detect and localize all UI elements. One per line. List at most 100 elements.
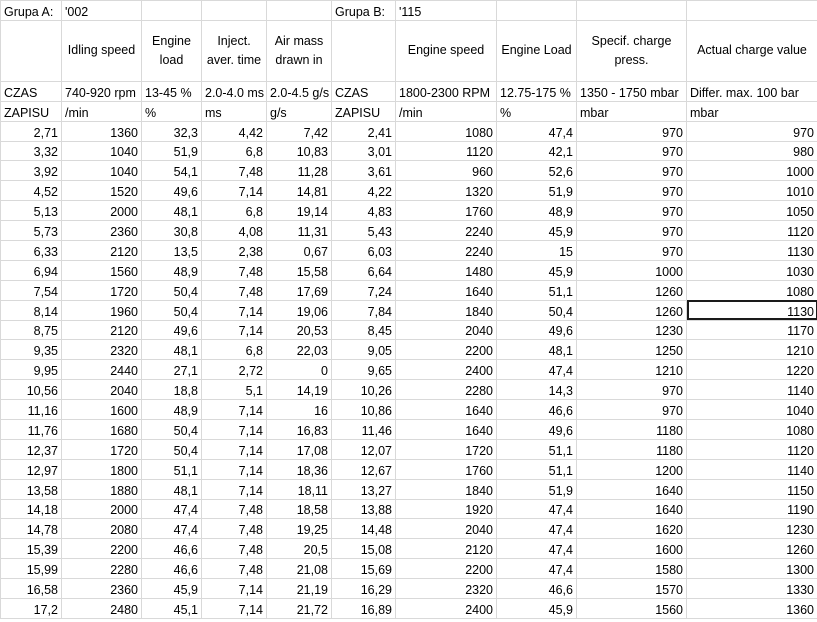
data-cell[interactable]: 1600	[576, 538, 687, 560]
data-cell[interactable]: 48,1	[496, 339, 577, 361]
data-cell[interactable]: 48,1	[141, 478, 202, 500]
data-cell[interactable]: 1080	[686, 279, 817, 301]
empty-cell[interactable]	[266, 0, 332, 21]
data-cell[interactable]: 10,56	[0, 379, 62, 401]
data-cell[interactable]: 8,75	[0, 319, 62, 341]
data-cell[interactable]: 45,9	[141, 578, 202, 600]
data-cell[interactable]: 45,9	[496, 598, 577, 619]
data-cell[interactable]: 14,81	[266, 180, 332, 202]
data-cell[interactable]: 0,67	[266, 240, 332, 261]
header-cell[interactable]	[0, 19, 62, 82]
data-cell[interactable]: 1720	[61, 438, 142, 460]
data-cell[interactable]: 7,54	[0, 279, 62, 301]
data-cell[interactable]: 21,19	[266, 578, 332, 600]
data-cell[interactable]: 1180	[576, 438, 687, 460]
data-cell[interactable]: 18,58	[266, 498, 332, 520]
data-cell[interactable]: 1580	[576, 558, 687, 580]
data-cell[interactable]: 1190	[686, 498, 817, 520]
selected-cell[interactable]: 1130	[686, 299, 817, 321]
data-cell[interactable]: 1320	[395, 180, 497, 202]
data-cell[interactable]: 14,19	[266, 379, 332, 401]
data-cell[interactable]: 17,2	[0, 598, 62, 619]
data-cell[interactable]: 47,4	[141, 518, 202, 540]
unit-cell[interactable]: ZAPISU	[331, 100, 396, 122]
data-cell[interactable]: 2000	[61, 498, 142, 520]
data-cell[interactable]: 15,58	[266, 259, 332, 281]
data-cell[interactable]: 21,08	[266, 558, 332, 580]
data-cell[interactable]: 46,6	[141, 538, 202, 560]
data-cell[interactable]: 2320	[395, 578, 497, 600]
unit-cell[interactable]: g/s	[266, 100, 332, 122]
data-cell[interactable]: 47,4	[496, 538, 577, 560]
data-cell[interactable]: 54,1	[141, 160, 202, 182]
data-cell[interactable]: 52,6	[496, 160, 577, 182]
data-cell[interactable]: 1920	[395, 498, 497, 520]
data-cell[interactable]: 2120	[61, 240, 142, 261]
data-cell[interactable]: 1130	[686, 240, 817, 261]
data-cell[interactable]: 46,6	[496, 578, 577, 600]
spec-cell[interactable]: 740-920 rpm	[61, 80, 142, 102]
data-cell[interactable]: 50,4	[496, 299, 577, 321]
data-cell[interactable]: 5,13	[0, 200, 62, 222]
data-cell[interactable]: 12,07	[331, 438, 396, 460]
data-cell[interactable]: 1640	[395, 399, 497, 421]
data-cell[interactable]: 1220	[686, 359, 817, 381]
spreadsheet-grid[interactable]: Grupa A: '002 Grupa B: '115 Idling speed…	[0, 0, 817, 619]
data-cell[interactable]: 1260	[576, 299, 687, 321]
data-cell[interactable]: 48,1	[141, 339, 202, 361]
data-cell[interactable]: 1150	[686, 478, 817, 500]
data-cell[interactable]: 12,97	[0, 458, 62, 480]
group-b-label[interactable]: Grupa B:	[331, 0, 396, 21]
data-cell[interactable]: 970	[576, 220, 687, 242]
data-cell[interactable]: 7,14	[201, 399, 267, 421]
data-cell[interactable]: 15,39	[0, 538, 62, 560]
data-cell[interactable]: 51,1	[496, 279, 577, 301]
data-cell[interactable]: 49,6	[141, 180, 202, 202]
data-cell[interactable]: 2280	[61, 558, 142, 580]
spec-cell[interactable]: CZAS	[0, 80, 62, 102]
data-cell[interactable]: 32,3	[141, 120, 202, 142]
group-a-code[interactable]: '002	[61, 0, 142, 21]
spec-cell[interactable]: 2.0-4.5 g/s	[266, 80, 332, 102]
unit-cell[interactable]: %	[496, 100, 577, 122]
data-cell[interactable]: 970	[576, 379, 687, 401]
data-cell[interactable]: 13,88	[331, 498, 396, 520]
data-cell[interactable]: 970	[686, 120, 817, 142]
header-cell[interactable]: Specif. charge press.	[576, 19, 687, 82]
data-cell[interactable]: 11,31	[266, 220, 332, 242]
group-a-label[interactable]: Grupa A:	[0, 0, 62, 21]
data-cell[interactable]: 2120	[395, 538, 497, 560]
data-cell[interactable]: 16,83	[266, 419, 332, 440]
data-cell[interactable]: 49,6	[141, 319, 202, 341]
data-cell[interactable]: 1050	[686, 200, 817, 222]
data-cell[interactable]: 1200	[576, 458, 687, 480]
data-cell[interactable]: 1180	[576, 419, 687, 440]
data-cell[interactable]: 15,69	[331, 558, 396, 580]
data-cell[interactable]: 51,1	[496, 458, 577, 480]
data-cell[interactable]: 2360	[61, 578, 142, 600]
header-cell[interactable]	[331, 19, 396, 82]
data-cell[interactable]: 15,08	[331, 538, 396, 560]
data-cell[interactable]: 12,37	[0, 438, 62, 460]
data-cell[interactable]: 1840	[395, 299, 497, 321]
data-cell[interactable]: 19,14	[266, 200, 332, 222]
data-cell[interactable]: 7,48	[201, 498, 267, 520]
header-cell[interactable]: Engine speed	[395, 19, 497, 82]
data-cell[interactable]: 18,8	[141, 379, 202, 401]
data-cell[interactable]: 5,1	[201, 379, 267, 401]
header-cell[interactable]: Inject. aver. time	[201, 19, 267, 82]
data-cell[interactable]: 970	[576, 200, 687, 222]
data-cell[interactable]: 18,36	[266, 458, 332, 480]
data-cell[interactable]: 11,46	[331, 419, 396, 440]
spec-cell[interactable]: CZAS	[331, 80, 396, 102]
data-cell[interactable]: 1620	[576, 518, 687, 540]
header-cell[interactable]: Idling speed	[61, 19, 142, 82]
data-cell[interactable]: 970	[576, 160, 687, 182]
data-cell[interactable]: 2240	[395, 220, 497, 242]
data-cell[interactable]: 7,84	[331, 299, 396, 321]
data-cell[interactable]: 1080	[395, 120, 497, 142]
data-cell[interactable]: 2280	[395, 379, 497, 401]
data-cell[interactable]: 16,58	[0, 578, 62, 600]
data-cell[interactable]: 1120	[686, 438, 817, 460]
data-cell[interactable]: 45,1	[141, 598, 202, 619]
